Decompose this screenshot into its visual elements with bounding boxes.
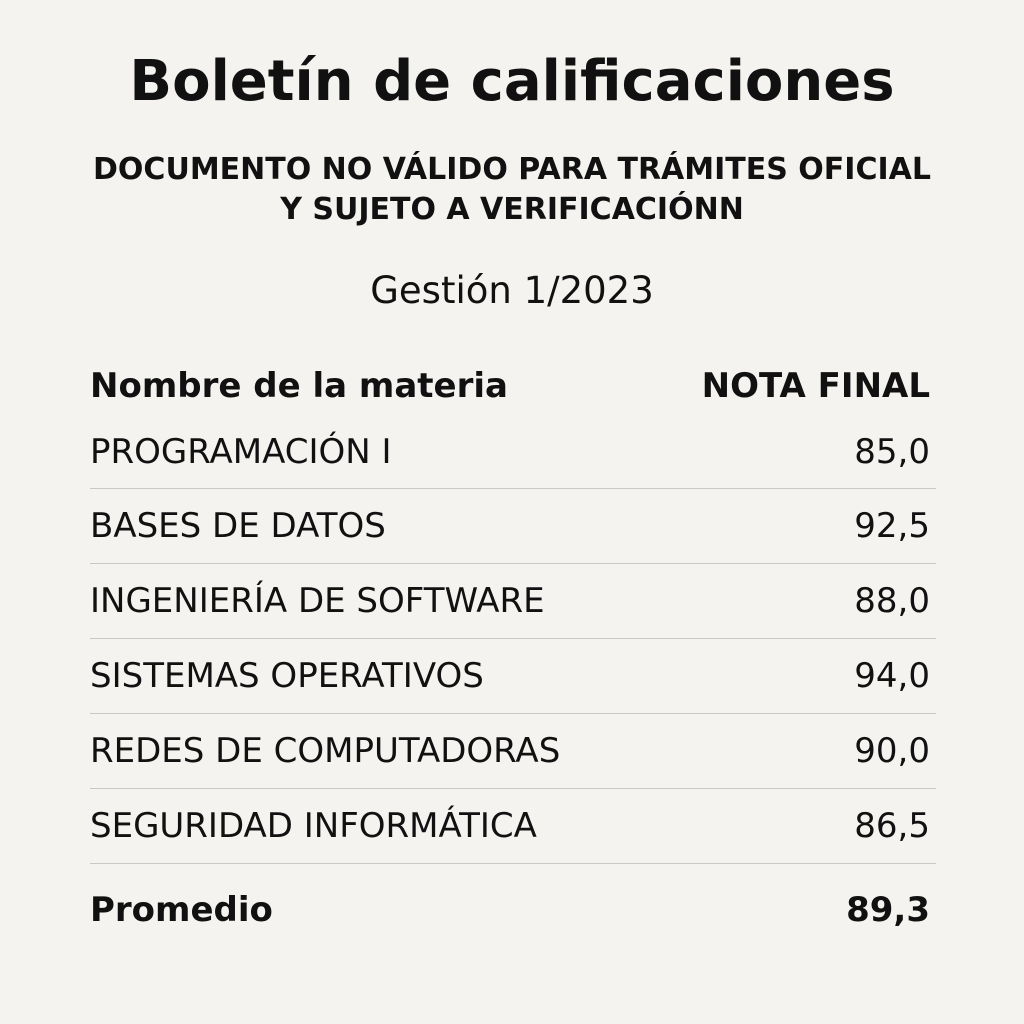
grade-column-header: NOTA FINAL — [701, 366, 930, 406]
subject-column-header: Nombre de la materia — [90, 366, 508, 406]
subject-name: REDES DE COMPUTADORAS — [90, 731, 561, 771]
average-row: Promedio 89,3 — [90, 864, 936, 956]
subject-name: SEGURIDAD INFORMÁTICA — [90, 806, 537, 846]
average-label: Promedio — [90, 890, 273, 930]
document-title: Boletín de calificaciones — [129, 49, 895, 114]
table-row: SISTEMAS OPERATIVOS 94,0 — [90, 639, 936, 714]
final-grade: 90,0 — [854, 731, 930, 771]
table-row: BASES DE DATOS 92,5 — [90, 489, 936, 564]
subject-name: PROGRAMACIÓN I — [90, 432, 392, 472]
final-grade: 94,0 — [854, 656, 930, 696]
validity-notice: DOCUMENTO NO VÁLIDO PARA TRÁMITES OFICIA… — [0, 150, 1024, 230]
table-row: INGENIERÍA DE SOFTWARE 88,0 — [90, 564, 936, 639]
table-header: Nombre de la materia NOTA FINAL — [90, 356, 936, 416]
validity-notice-line-1: DOCUMENTO NO VÁLIDO PARA TRÁMITES OFICIA… — [93, 152, 931, 187]
final-grade: 92,5 — [854, 506, 930, 546]
final-grade: 85,0 — [854, 432, 930, 472]
validity-notice-line-2: Y SUJETO A VERIFICACIÓNN — [280, 192, 744, 227]
table-row: PROGRAMACIÓN I 85,0 — [90, 416, 936, 489]
subject-name: BASES DE DATOS — [90, 506, 386, 546]
final-grade: 88,0 — [854, 581, 930, 621]
table-row: REDES DE COMPUTADORAS 90,0 — [90, 714, 936, 789]
table-row: SEGURIDAD INFORMÁTICA 86,5 — [90, 789, 936, 864]
final-grade: 86,5 — [854, 806, 930, 846]
subject-name: INGENIERÍA DE SOFTWARE — [90, 581, 545, 621]
grades-table: Nombre de la materia NOTA FINAL PROGRAMA… — [90, 356, 936, 956]
academic-period: Gestión 1/2023 — [370, 269, 654, 312]
subject-name: SISTEMAS OPERATIVOS — [90, 656, 484, 696]
average-value: 89,3 — [846, 890, 930, 930]
